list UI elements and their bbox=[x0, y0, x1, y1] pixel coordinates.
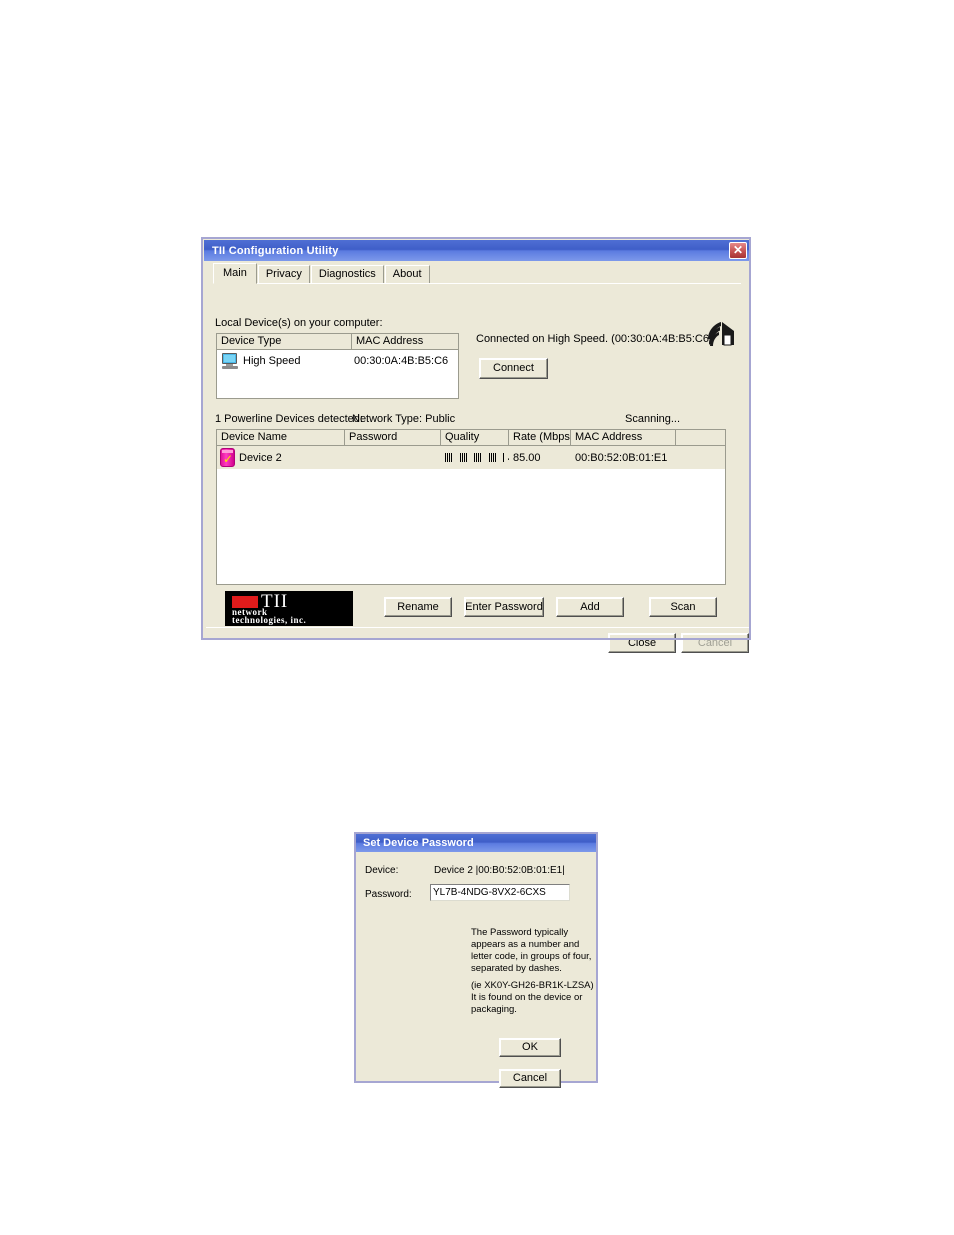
cell-mac-address: 00:30:0A:4B:B5:C6 bbox=[353, 355, 449, 367]
device-label: Device: bbox=[365, 865, 399, 876]
column-blank[interactable] bbox=[676, 430, 725, 445]
connect-button[interactable]: Connect bbox=[479, 358, 548, 379]
column-mac-address[interactable]: MAC Address bbox=[352, 334, 458, 349]
tab-privacy[interactable]: Privacy bbox=[257, 265, 310, 283]
device-value: Device 2 |00:B0:52:0B:01:E1| bbox=[434, 865, 565, 876]
window-title: TII Configuration Utility bbox=[212, 244, 339, 257]
local-devices-listview[interactable]: Device Type MAC Address High Speed 00:30… bbox=[216, 333, 459, 399]
tab-diagnostics[interactable]: Diagnostics bbox=[310, 265, 384, 283]
tii-configuration-utility-window: TII Configuration Utility ✕ Main Privacy… bbox=[201, 237, 752, 653]
password-input[interactable] bbox=[430, 884, 570, 901]
add-button[interactable]: Add bbox=[556, 597, 624, 617]
cell-mac-address: 00:B0:52:0B:01:E1 bbox=[575, 451, 668, 464]
tab-main[interactable]: Main bbox=[213, 263, 257, 284]
connection-status-text: Connected on High Speed. (00:30:0A:4B:B5… bbox=[476, 333, 713, 345]
cancel-button: Cancel bbox=[681, 633, 749, 653]
window-titlebar: TII Configuration Utility ✕ bbox=[204, 240, 750, 261]
set-device-password-dialog: Set Device Password Device: Device 2 |00… bbox=[354, 832, 598, 1088]
table-row[interactable]: ✓ Device 2 ... 85.00 00:B0 bbox=[217, 446, 725, 469]
column-device-type[interactable]: Device Type bbox=[217, 334, 352, 349]
cell-quality: ... bbox=[441, 451, 509, 464]
local-devices-label: Local Device(s) on your computer: bbox=[215, 317, 383, 329]
column-mac-address-2[interactable]: MAC Address bbox=[571, 430, 676, 445]
dialog-body: Device: Device 2 |00:B0:52:0B:01:E1| Pas… bbox=[356, 852, 596, 1088]
rename-button[interactable]: Rename bbox=[384, 597, 452, 617]
column-password[interactable]: Password bbox=[345, 430, 441, 445]
column-rate[interactable]: Rate (Mbps) bbox=[509, 430, 571, 445]
house-signal-icon bbox=[706, 319, 736, 347]
tii-logo: TII network technologies, inc. bbox=[225, 591, 353, 626]
close-button[interactable]: Close bbox=[608, 633, 676, 653]
logo-line-technologies: technologies, inc. bbox=[232, 615, 307, 625]
tab-strip: Main Privacy Diagnostics About bbox=[213, 263, 741, 284]
scan-button[interactable]: Scan bbox=[649, 597, 717, 617]
scan-status-text: Scanning... bbox=[625, 413, 681, 425]
quality-bar-graph: ... bbox=[445, 452, 509, 464]
password-help-text-example: (ie XK0Y-GH26-BR1K-LZSA) It is found on … bbox=[471, 980, 594, 1015]
monitor-icon bbox=[221, 353, 239, 369]
powerline-devices-listview[interactable]: Device Name Password Quality Rate (Mbps)… bbox=[216, 429, 726, 585]
page-canvas: TII Configuration Utility ✕ Main Privacy… bbox=[0, 0, 954, 1235]
powerline-detected-text: 1 Powerline Devices detected: bbox=[215, 413, 363, 425]
table-row[interactable]: High Speed 00:30:0A:4B:B5:C6 bbox=[217, 350, 458, 372]
local-devices-header: Device Type MAC Address bbox=[217, 334, 458, 350]
footer-divider bbox=[206, 627, 752, 628]
powerline-devices-header: Device Name Password Quality Rate (Mbps)… bbox=[217, 430, 725, 446]
cell-device-type: High Speed bbox=[243, 355, 301, 367]
powerline-device-icon: ✓ bbox=[220, 448, 235, 467]
tab-about[interactable]: About bbox=[384, 265, 430, 283]
password-label: Password: bbox=[365, 889, 412, 900]
column-quality[interactable]: Quality bbox=[441, 430, 509, 445]
ok-button[interactable]: OK bbox=[499, 1038, 561, 1057]
password-help-text: The Password typically appears as a numb… bbox=[471, 927, 592, 974]
dialog-title: Set Device Password bbox=[356, 834, 596, 852]
cell-rate: 85.00 bbox=[513, 451, 541, 464]
dialog-cancel-button[interactable]: Cancel bbox=[499, 1069, 561, 1088]
network-type-text: Network Type: Public bbox=[352, 413, 456, 425]
close-icon[interactable]: ✕ bbox=[729, 242, 747, 259]
cell-device-name: Device 2 bbox=[239, 451, 282, 464]
enter-password-button[interactable]: Enter Password bbox=[464, 597, 544, 617]
window-client-area: Main Privacy Diagnostics About Local Dev… bbox=[204, 261, 752, 653]
column-device-name[interactable]: Device Name bbox=[217, 430, 345, 445]
